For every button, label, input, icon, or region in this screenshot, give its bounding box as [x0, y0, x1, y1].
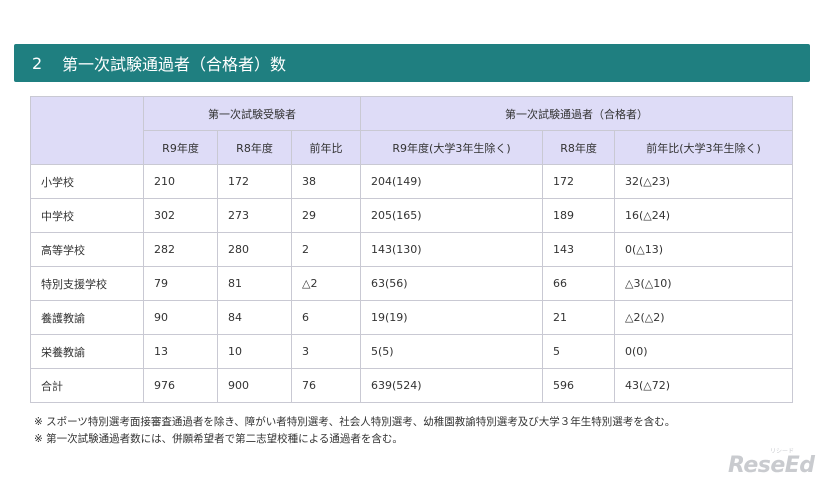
table-cell: △3(△10) [614, 266, 794, 301]
table-cell: 81 [217, 266, 292, 301]
table-cell: 3 [290, 334, 362, 369]
row-label: 栄養教諭 [30, 334, 144, 369]
table-cell: 5 [542, 334, 616, 369]
table-cell: 172 [542, 164, 616, 199]
table-cell: 143(130) [360, 232, 544, 267]
table-cell: 204(149) [360, 164, 544, 199]
table-cell: 0(0) [614, 334, 794, 369]
table-cell: 19(19) [360, 300, 544, 335]
table-cell: 5(5) [360, 334, 544, 369]
table-group-header-row: 第一次試験受験者 第一次試験通過者（合格者） [30, 96, 794, 165]
sub-header-yoy-pass: 前年比(大学3年生除く) [614, 130, 794, 165]
table-cell: 32(△23) [614, 164, 794, 199]
table-row: 高等学校 282 280 2 143(130) 143 0(△13) [30, 232, 794, 267]
table-row-total: 合計 976 900 76 639(524) 596 43(△72) [30, 368, 794, 403]
sub-header-r8-pass: R8年度 [542, 130, 616, 165]
footnote: ※ スポーツ特別選考面接審査通過者を除き、障がい者特別選考、社会人特別選考、幼稚… [34, 416, 676, 428]
table-cell: 172 [217, 164, 292, 199]
table-cell: △2 [290, 266, 362, 301]
row-label: 中学校 [30, 198, 144, 233]
corner-header-cell [30, 96, 144, 165]
table-cell: 210 [143, 164, 218, 199]
table-cell: 143 [542, 232, 616, 267]
table-cell: 13 [143, 334, 218, 369]
table-cell: 29 [290, 198, 362, 233]
table-cell: 79 [143, 266, 218, 301]
row-label: 高等学校 [30, 232, 144, 267]
table-cell: △2(△2) [614, 300, 794, 335]
sub-header-r9: R9年度 [143, 130, 218, 165]
table-cell: 0(△13) [614, 232, 794, 267]
table-cell: 66 [542, 266, 616, 301]
table-cell: 302 [143, 198, 218, 233]
footnote: ※ 第一次試験通過者数には、併願希望者で第二志望校種による通過者を含む。 [34, 433, 403, 445]
section-title-bar: 2 第一次試験通過者（合格者）数 [14, 44, 810, 82]
row-label: 養護教諭 [30, 300, 144, 335]
group-header-passers: 第一次試験通過者（合格者） [360, 96, 794, 131]
table-cell: 6 [290, 300, 362, 335]
table-cell: 38 [290, 164, 362, 199]
table-cell: 282 [143, 232, 218, 267]
table-cell: 639(524) [360, 368, 544, 403]
table-cell: 10 [217, 334, 292, 369]
row-label: 特別支援学校 [30, 266, 144, 301]
table-cell: 280 [217, 232, 292, 267]
table-cell: 273 [217, 198, 292, 233]
table-row: 特別支援学校 79 81 △2 63(56) 66 △3(△10) [30, 266, 794, 301]
table-cell: 2 [290, 232, 362, 267]
table-row: 養護教諭 90 84 6 19(19) 21 △2(△2) [30, 300, 794, 335]
row-label: 合計 [30, 368, 144, 403]
table-cell: 900 [217, 368, 292, 403]
table-sub-header-row: R9年度 R8年度 前年比 R9年度(大学3年生除く) R8年度 前年比(大学3… [31, 130, 794, 165]
table-row: 小学校 210 172 38 204(149) 172 32(△23) [30, 164, 794, 199]
table-cell: 43(△72) [614, 368, 794, 403]
footnotes: ※ スポーツ特別選考面接審査通過者を除き、障がい者特別選考、社会人特別選考、幼稚… [34, 414, 675, 448]
table-row: 中学校 302 273 29 205(165) 189 16(△24) [30, 198, 794, 233]
table-cell: 84 [217, 300, 292, 335]
table-cell: 189 [542, 198, 616, 233]
table-cell: 205(165) [360, 198, 544, 233]
table-row: 栄養教諭 13 10 3 5(5) 5 0(0) [30, 334, 794, 369]
table-cell: 596 [542, 368, 616, 403]
table-cell: 976 [143, 368, 218, 403]
sub-header-r8: R8年度 [217, 130, 292, 165]
table-cell: 16(△24) [614, 198, 794, 233]
section-number: 2 [32, 53, 43, 73]
results-table: 第一次試験受験者 第一次試験通過者（合格者） R9年度 R8年度 前年比 R9年… [30, 96, 794, 403]
resed-logo: ReseEd [728, 453, 815, 478]
sub-header-yoy: 前年比 [290, 130, 362, 165]
sub-header-r9-pass: R9年度(大学3年生除く) [360, 130, 544, 165]
group-header-examinees: 第一次試験受験者 [142, 96, 362, 131]
table-cell: 76 [290, 368, 362, 403]
table-cell: 21 [542, 300, 616, 335]
section-title: 第一次試験通過者（合格者）数 [62, 55, 287, 74]
table-cell: 90 [143, 300, 218, 335]
table-cell: 63(56) [360, 266, 544, 301]
row-label: 小学校 [30, 164, 144, 199]
